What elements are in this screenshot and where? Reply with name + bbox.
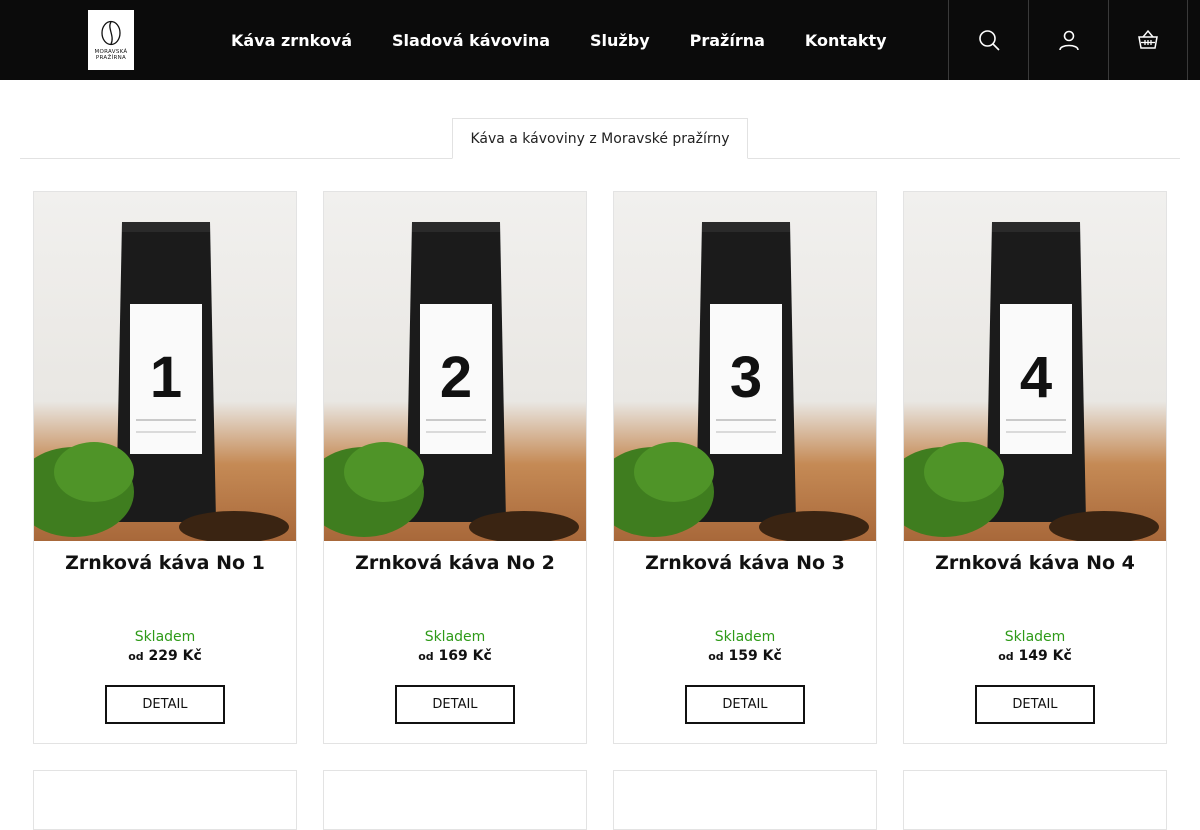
bag-number: 4 (1020, 345, 1052, 410)
account-button[interactable] (1028, 0, 1108, 80)
product-name[interactable]: Zrnková káva No 1 (34, 552, 296, 574)
detail-button[interactable]: DETAIL (975, 685, 1095, 724)
product-card-next (613, 770, 877, 830)
search-button[interactable] (948, 0, 1028, 80)
product-photo[interactable]: 4 (904, 192, 1166, 541)
price-value: 149 Kč (1018, 648, 1072, 664)
logo-line2: PRAŽÍRNA (95, 54, 127, 61)
product-photo[interactable]: 2 (324, 192, 586, 541)
logo-bean-icon (101, 20, 121, 45)
product-photo[interactable]: 1 (34, 192, 296, 541)
search-icon (978, 30, 1000, 51)
product-card[interactable]: 3 Zrnková káva No 3 Skladem od 159 Kč DE… (613, 191, 877, 744)
product-name[interactable]: Zrnková káva No 2 (324, 552, 586, 574)
product-price: od 149 Kč (904, 648, 1166, 664)
product-name[interactable]: Zrnková káva No 3 (614, 552, 876, 574)
stock-status: Skladem (424, 629, 486, 645)
tab-kava-a-kavoviny[interactable]: Káva a kávoviny z Moravské pražírny (452, 118, 748, 159)
bag-number: 1 (150, 345, 182, 410)
price-prefix: od (128, 650, 144, 663)
nav-kava-zrnkova[interactable]: Káva zrnková (211, 31, 372, 50)
stock-status: Skladem (714, 629, 776, 645)
product-card-next (903, 770, 1167, 830)
product-card[interactable]: 2 Zrnková káva No 2 Skladem od 169 Kč DE… (323, 191, 587, 744)
detail-button[interactable]: DETAIL (685, 685, 805, 724)
nav-kontakty[interactable]: Kontakty (785, 31, 907, 50)
product-card-next (33, 770, 297, 830)
nav-sladova-kavovina[interactable]: Sladová kávovina (372, 31, 570, 50)
logo-line1: MORAVSKÁ (94, 48, 128, 55)
product-price: od 159 Kč (614, 648, 876, 664)
price-prefix: od (708, 650, 724, 663)
product-price: od 229 Kč (34, 648, 296, 664)
product-name[interactable]: Zrnková káva No 4 (904, 552, 1166, 574)
cart-icon (1138, 29, 1158, 49)
site-header: MORAVSKÁ PRAŽÍRNA Káva zrnková Sladová k… (0, 0, 1200, 80)
bag-number: 3 (730, 345, 762, 410)
stock-status: Skladem (1004, 629, 1066, 645)
logo[interactable]: MORAVSKÁ PRAŽÍRNA (88, 10, 134, 70)
price-value: 159 Kč (728, 648, 782, 664)
product-card-next (323, 770, 587, 830)
detail-button[interactable]: DETAIL (105, 685, 225, 724)
detail-button[interactable]: DETAIL (395, 685, 515, 724)
product-price: od 169 Kč (324, 648, 586, 664)
price-value: 229 Kč (148, 648, 202, 664)
price-value: 169 Kč (438, 648, 492, 664)
price-prefix: od (998, 650, 1014, 663)
cart-button[interactable] (1108, 0, 1188, 80)
price-prefix: od (418, 650, 434, 663)
product-card[interactable]: 1 Zrnková káva No 1 Skladem od 229 Kč DE… (33, 191, 297, 744)
main-nav: Káva zrnková Sladová kávovina Služby Pra… (211, 0, 907, 80)
product-photo[interactable]: 3 (614, 192, 876, 541)
nav-sluzby[interactable]: Služby (570, 31, 670, 50)
nav-prazirna[interactable]: Pražírna (670, 31, 785, 50)
product-card[interactable]: 4 Zrnková káva No 4 Skladem od 149 Kč DE… (903, 191, 1167, 744)
stock-status: Skladem (134, 629, 196, 645)
bag-number: 2 (440, 345, 472, 410)
user-icon (1058, 30, 1079, 51)
